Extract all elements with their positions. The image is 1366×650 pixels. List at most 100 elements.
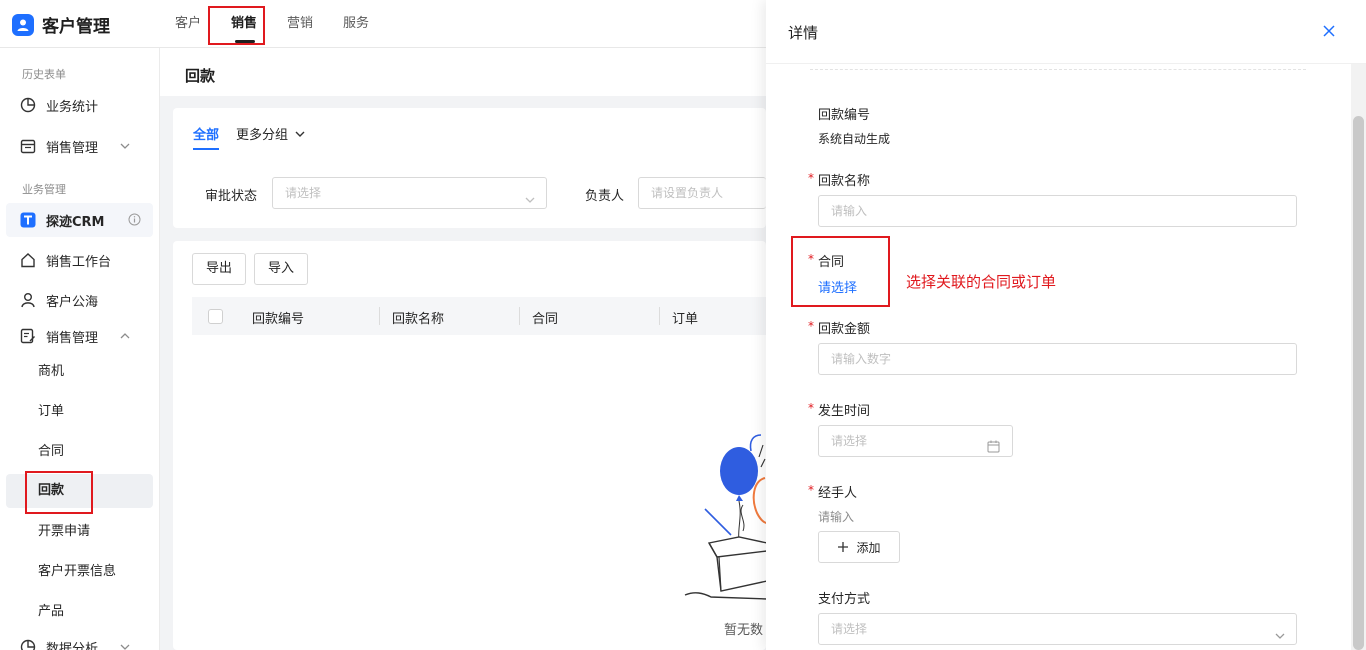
- calendar-icon: [987, 434, 1000, 464]
- person-icon: [20, 292, 36, 308]
- column-header-contract[interactable]: 合同: [532, 308, 558, 327]
- amount-label: 回款金额: [818, 322, 871, 337]
- sidebar-subitem-product[interactable]: 产品: [6, 595, 153, 629]
- tab-more-groups[interactable]: 更多分组: [236, 124, 306, 143]
- column-header-order[interactable]: 订单: [672, 308, 698, 327]
- required-mark: *: [808, 252, 814, 266]
- table-card: 导出 导入 回款编号 回款名称 合同 订单 暂无数: [173, 241, 767, 650]
- owner-label: 负责人: [585, 189, 625, 204]
- home-icon: [20, 252, 36, 268]
- calendar-icon: [20, 138, 36, 154]
- owner-select[interactable]: 请设置负责人: [638, 177, 766, 209]
- pie-chart-icon: [20, 97, 36, 113]
- amount-input[interactable]: 请输入数字: [818, 343, 1297, 375]
- payment-name-input[interactable]: 请输入: [818, 195, 1297, 227]
- sidebar-subitem-payment[interactable]: 回款: [6, 474, 153, 508]
- detail-drawer: 详情 回款编号 系统自动生成 * 回款名称 请输入 * 合同 请选择 选择关联的…: [766, 0, 1366, 650]
- required-mark: *: [808, 319, 814, 333]
- tab-all[interactable]: 全部: [193, 124, 219, 143]
- sidebar-item-label: 业务统计: [46, 99, 99, 115]
- top-nav: 客户 销售 营销 服务: [160, 0, 384, 48]
- chevron-down-icon: [1274, 623, 1286, 650]
- required-mark: *: [808, 401, 814, 415]
- payment-number-label: 回款编号: [818, 108, 871, 123]
- chevron-down-icon: [119, 140, 131, 156]
- empty-state-illustration: [684, 434, 767, 600]
- info-icon[interactable]: [128, 213, 141, 230]
- sidebar-item-sales-management-history[interactable]: 销售管理: [6, 129, 153, 163]
- plus-icon: [838, 542, 849, 552]
- crm-logo-icon: [20, 212, 36, 228]
- page-title: 回款: [185, 67, 216, 85]
- contract-select-link[interactable]: 请选择: [818, 277, 857, 296]
- handler-hint: 请输入: [818, 510, 855, 524]
- sidebar-item-label: 数据分析: [46, 641, 99, 650]
- sidebar-item-label: 客户公海: [46, 294, 99, 310]
- drawer-title: 详情: [788, 24, 819, 42]
- approval-status-label: 审批状态: [205, 189, 258, 204]
- sidebar-subitem-opportunity[interactable]: 商机: [6, 355, 153, 389]
- approval-status-select[interactable]: 请选择: [272, 177, 547, 209]
- empty-state-text: 暂无数: [724, 623, 764, 638]
- sidebar-group-history: 历史表单: [22, 68, 66, 81]
- handler-label: 经手人: [818, 486, 858, 501]
- sidebar-item-business-stats[interactable]: 业务统计: [6, 88, 153, 122]
- active-tab-indicator: [193, 148, 219, 150]
- section-divider: [810, 69, 1306, 70]
- drawer-header: 详情: [766, 0, 1366, 64]
- sidebar-item-data-analysis[interactable]: 数据分析: [6, 630, 153, 650]
- payment-method-label: 支付方式: [818, 592, 871, 607]
- sidebar-item-sales-workbench[interactable]: 销售工作台: [6, 243, 153, 277]
- payment-name-label: 回款名称: [818, 174, 871, 189]
- edit-document-icon: [20, 328, 36, 344]
- topnav-customer[interactable]: 客户: [160, 0, 216, 48]
- sidebar-item-label: 探迹CRM: [46, 214, 105, 230]
- close-icon[interactable]: [1322, 24, 1336, 42]
- sidebar-item-sales-management[interactable]: 销售管理: [6, 319, 153, 353]
- topnav-marketing[interactable]: 营销: [272, 0, 328, 48]
- chevron-down-icon: [524, 187, 536, 217]
- sidebar-item-label: 销售管理: [46, 330, 99, 346]
- topnav-sales[interactable]: 销售: [216, 0, 272, 48]
- sidebar-subitem-customer-invoice-info[interactable]: 客户开票信息: [6, 555, 153, 589]
- highlight-box-contract: [791, 236, 890, 307]
- user-icon: [12, 13, 34, 36]
- contract-label: 合同: [818, 255, 845, 270]
- chevron-down-icon: [119, 641, 131, 650]
- sidebar-item-crm[interactable]: 探迹CRM: [6, 203, 153, 237]
- export-button[interactable]: 导出: [192, 253, 246, 285]
- active-tab-indicator: [235, 40, 255, 43]
- date-picker[interactable]: 请选择: [818, 425, 1013, 457]
- column-divider: [659, 307, 660, 325]
- payment-number-value: 系统自动生成: [818, 132, 891, 146]
- select-all-checkbox[interactable]: [208, 309, 223, 324]
- page-header: 回款: [160, 48, 766, 96]
- chevron-up-icon: [119, 330, 131, 346]
- import-button[interactable]: 导入: [254, 253, 308, 285]
- required-mark: *: [808, 483, 814, 497]
- sidebar-item-customer-pool[interactable]: 客户公海: [6, 283, 153, 317]
- sidebar-subitem-contract[interactable]: 合同: [6, 435, 153, 469]
- table-header: 回款编号 回款名称 合同 订单: [192, 297, 766, 335]
- filter-card: 全部 更多分组 审批状态 请选择 负责人 请设置负责人: [173, 108, 766, 228]
- topnav-service[interactable]: 服务: [328, 0, 384, 48]
- sidebar-item-label: 销售工作台: [46, 254, 112, 270]
- chevron-down-icon: [295, 131, 305, 137]
- sidebar-subitem-invoice-request[interactable]: 开票申请: [6, 515, 153, 549]
- app-logo[interactable]: 客户管理: [12, 12, 110, 37]
- add-handler-button[interactable]: 添加: [818, 531, 900, 563]
- contract-annotation: 选择关联的合同或订单: [906, 273, 1057, 291]
- payment-method-select[interactable]: 请选择: [818, 613, 1297, 645]
- sidebar-item-label: 销售管理: [46, 140, 99, 156]
- app-title: 客户管理: [42, 17, 110, 37]
- column-header-payment-number[interactable]: 回款编号: [252, 308, 304, 327]
- required-mark: *: [808, 171, 814, 185]
- column-header-payment-name[interactable]: 回款名称: [392, 308, 444, 327]
- sidebar-group-business: 业务管理: [22, 183, 66, 196]
- scrollbar-thumb[interactable]: [1353, 116, 1364, 650]
- sidebar-subitem-order[interactable]: 订单: [6, 395, 153, 429]
- date-label: 发生时间: [818, 404, 871, 419]
- column-divider: [519, 307, 520, 325]
- sidebar: 历史表单 业务统计 销售管理 业务管理 探迹CRM 销售工作台 客户公海 销售管…: [0, 48, 160, 650]
- pie-chart-icon: [20, 639, 36, 650]
